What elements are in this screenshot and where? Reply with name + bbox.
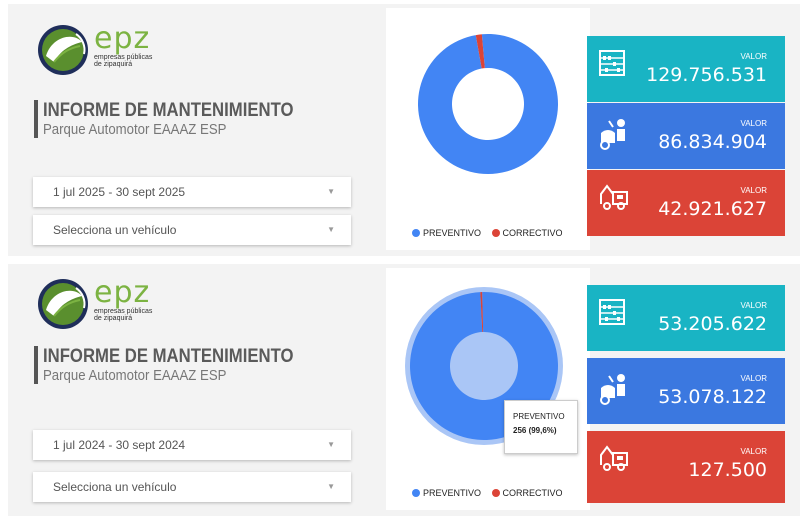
- logo-tagline: empresas públicas de zipaquirá: [94, 54, 153, 68]
- epz-logo: epz empresas públicas de zipaquirá: [36, 22, 176, 80]
- date-range-select[interactable]: 1 jul 2025 - 30 sept 2025 ▼: [33, 177, 351, 207]
- legend-item-preventivo[interactable]: PREVENTIVO: [412, 228, 481, 238]
- kpi-label: VALOR: [740, 52, 767, 61]
- kpi-label: VALOR: [740, 447, 767, 456]
- tow-truck-icon: [600, 445, 628, 471]
- logo-tagline: empresas públicas de zipaquirá: [94, 308, 153, 322]
- epz-logo: epz empresas públicas de zipaquirá: [36, 276, 176, 334]
- kpi-card-preventivo: VALOR 86.834.904: [587, 103, 785, 169]
- legend-item-correctivo[interactable]: CORRECTIVO: [491, 228, 563, 238]
- mechanic-icon: [600, 119, 625, 150]
- kpi-card-total: VALOR 129.756.531: [587, 36, 785, 102]
- kpi-card-preventivo: VALOR 53.078.122: [587, 358, 785, 424]
- chart-legend: PREVENTIVO CORRECTIVO: [412, 228, 571, 238]
- chevron-down-icon: ▼: [327, 187, 335, 196]
- kpi-label: VALOR: [740, 186, 767, 195]
- date-range-select[interactable]: 1 jul 2024 - 30 sept 2024 ▼: [33, 430, 351, 460]
- donut-chart-card: 99,6% PREVENTIVO 256 (99,6%) PREVENTIVO …: [386, 268, 590, 510]
- epz-logo-icon: [38, 279, 88, 329]
- page-title: INFORME DE MANTENIMIENTO: [43, 100, 294, 121]
- title-block: INFORME DE MANTENIMIENTO Parque Automoto…: [34, 346, 328, 384]
- chart-legend: PREVENTIVO CORRECTIVO: [412, 488, 571, 498]
- vehicle-select[interactable]: Selecciona un vehículo ▼: [33, 472, 351, 502]
- date-range-value: 1 jul 2025 - 30 sept 2025: [53, 185, 186, 199]
- kpi-card-total: VALOR 53.205.622: [587, 285, 785, 351]
- kpi-value: 86.834.904: [658, 131, 767, 153]
- chevron-down-icon: ▼: [327, 440, 335, 449]
- kpi-value: 53.078.122: [658, 386, 767, 408]
- chevron-down-icon: ▼: [327, 482, 335, 491]
- logo-brand: epz: [94, 21, 151, 56]
- kpi-card-correctivo: VALOR 42.921.627: [587, 170, 785, 236]
- kpi-label: VALOR: [740, 119, 767, 128]
- legend-item-correctivo[interactable]: CORRECTIVO: [491, 488, 563, 498]
- page-subtitle: Parque Automotor EAAAZ ESP: [43, 367, 227, 384]
- slice-preventivo[interactable]: [417, 34, 558, 174]
- abacus-icon: [599, 50, 625, 76]
- page-title: INFORME DE MANTENIMIENTO: [43, 346, 294, 367]
- kpi-value: 42.921.627: [658, 198, 767, 220]
- tow-truck-icon: [600, 184, 628, 210]
- mechanic-icon: [600, 374, 625, 405]
- vehicle-placeholder: Selecciona un vehículo: [53, 480, 177, 494]
- vehicle-placeholder: Selecciona un vehículo: [53, 223, 177, 237]
- preventivo-data-label: 99,6%: [472, 448, 498, 458]
- title-block: INFORME DE MANTENIMIENTO Parque Automoto…: [34, 100, 328, 138]
- page-subtitle: Parque Automotor EAAAZ ESP: [43, 121, 227, 138]
- epz-logo-icon: [38, 25, 88, 75]
- logo-brand: epz: [94, 275, 151, 310]
- legend-item-preventivo[interactable]: PREVENTIVO: [412, 488, 481, 498]
- tooltip-label: PREVENTIVO: [513, 412, 565, 421]
- kpi-label: VALOR: [740, 301, 767, 310]
- abacus-icon: [599, 299, 625, 325]
- kpi-label: VALOR: [740, 374, 767, 383]
- kpi-card-correctivo: VALOR 127.500: [587, 431, 785, 503]
- donut-chart: [417, 34, 558, 174]
- vehicle-select[interactable]: Selecciona un vehículo ▼: [33, 215, 351, 245]
- kpi-value: 129.756.531: [646, 64, 767, 86]
- chart-tooltip: PREVENTIVO 256 (99,6%): [504, 400, 578, 454]
- donut-chart-card: 98,6% PREVENTIVO CORRECTIVO: [386, 8, 590, 250]
- preventivo-data-label: 98,6%: [476, 195, 502, 205]
- tooltip-value: 256 (99,6%): [513, 426, 557, 435]
- kpi-value: 53.205.622: [658, 313, 767, 335]
- kpi-value: 127.500: [688, 459, 767, 481]
- chevron-down-icon: ▼: [327, 225, 335, 234]
- date-range-value: 1 jul 2024 - 30 sept 2024: [53, 438, 186, 452]
